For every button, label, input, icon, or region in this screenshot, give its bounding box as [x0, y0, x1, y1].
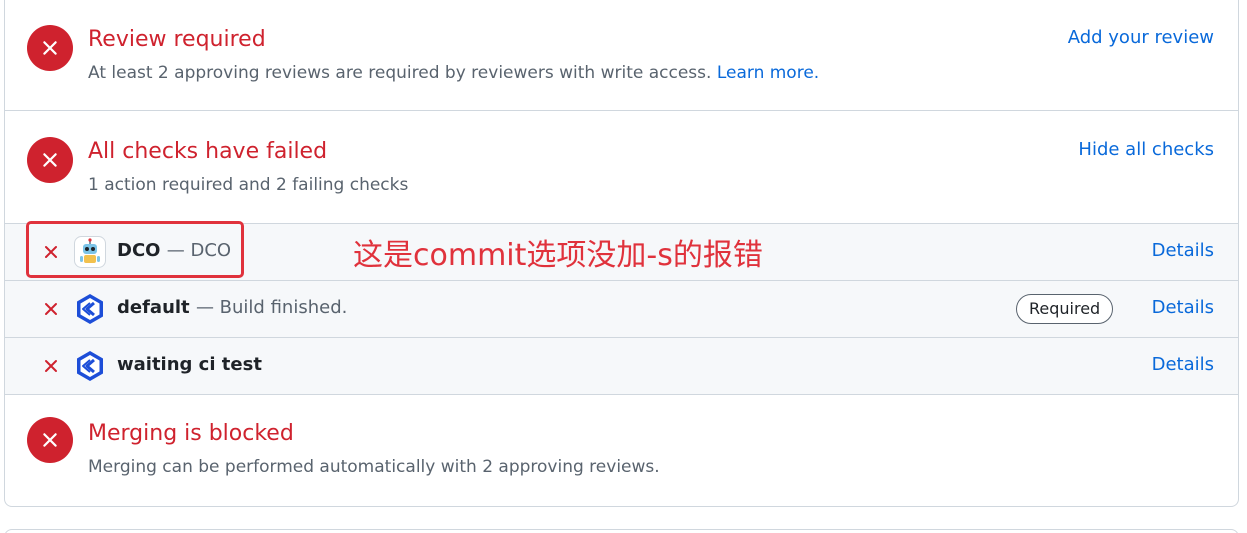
fail-x-icon — [45, 303, 57, 315]
learn-more-link[interactable]: Learn more. — [717, 63, 819, 83]
check-title: waiting ci test — [117, 354, 262, 375]
merging-blocked-title: Merging is blocked — [88, 421, 294, 446]
dco-bot-icon — [74, 236, 106, 268]
fail-x-icon — [45, 360, 57, 372]
next-panel-edge — [4, 529, 1239, 533]
merging-blocked-section: Merging is blocked Merging can be perfor… — [5, 394, 1238, 506]
check-row-default: default — Build finished. Required Detai… — [5, 280, 1238, 337]
required-badge: Required — [1016, 294, 1114, 324]
merge-blocked-icon — [27, 417, 73, 463]
check-name-default: default — Build finished. — [117, 297, 347, 318]
hide-all-checks-link[interactable]: Hide all checks — [1078, 139, 1214, 160]
dco-details-link[interactable]: Details — [1152, 240, 1214, 261]
check-title: DCO — [117, 240, 161, 261]
review-required-description: At least 2 approving reviews are require… — [88, 63, 819, 83]
checks-summary-section: All checks have failed 1 action required… — [5, 111, 1238, 223]
checks-failed-icon — [27, 137, 73, 183]
fail-x-icon — [45, 246, 57, 258]
check-name-dco: DCO — DCO — [117, 240, 231, 261]
review-failed-icon — [27, 25, 73, 71]
checks-failed-description: 1 action required and 2 failing checks — [88, 175, 409, 195]
review-required-title: Review required — [88, 27, 266, 52]
checks-failed-title: All checks have failed — [88, 139, 328, 164]
review-description-text: At least 2 approving reviews are require… — [88, 63, 712, 83]
merging-blocked-description: Merging can be performed automatically w… — [88, 457, 660, 477]
check-description: — Build finished. — [195, 297, 348, 318]
default-details-link[interactable]: Details — [1152, 297, 1214, 318]
check-row-waiting-ci-test: waiting ci test Details — [5, 337, 1238, 394]
review-required-section: Review required At least 2 approving rev… — [5, 0, 1238, 111]
check-description: — DCO — [166, 240, 232, 261]
waiting-ci-test-details-link[interactable]: Details — [1152, 354, 1214, 375]
check-name-waiting-ci-test: waiting ci test — [117, 354, 262, 375]
annotation-note: 这是commit选项没加-s的报错 — [353, 238, 763, 273]
ci-logo-icon — [77, 294, 103, 324]
check-title: default — [117, 297, 190, 318]
ci-logo-icon — [77, 351, 103, 381]
add-your-review-link[interactable]: Add your review — [1068, 27, 1214, 48]
